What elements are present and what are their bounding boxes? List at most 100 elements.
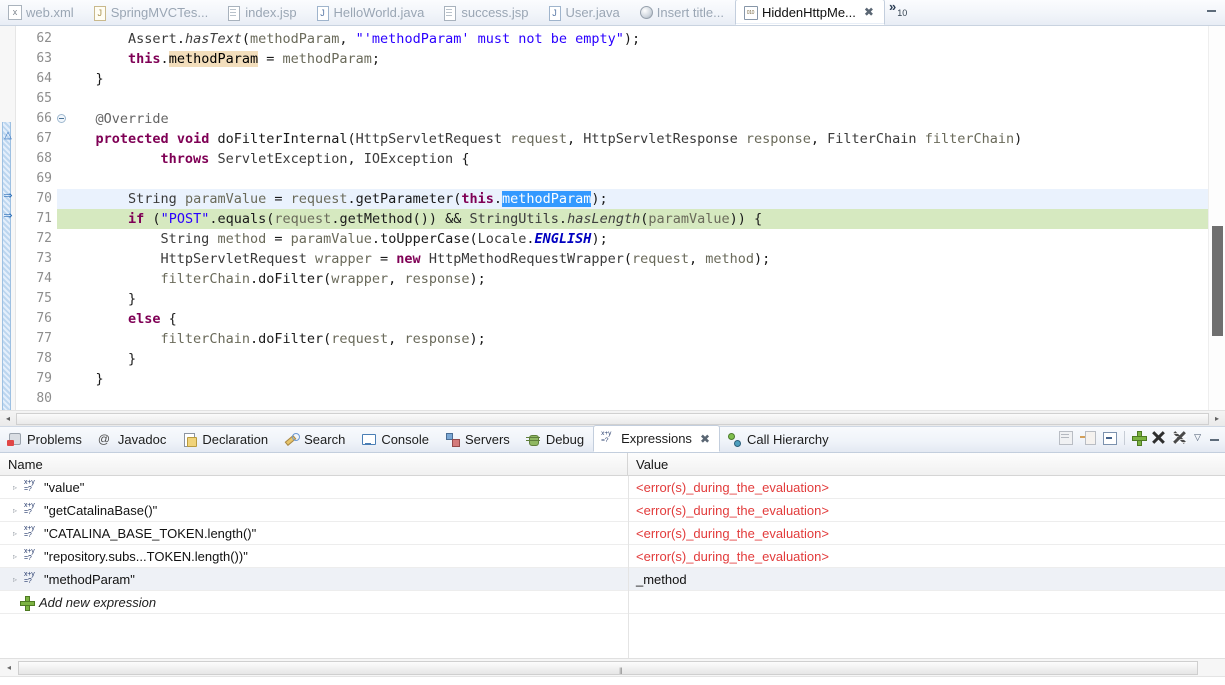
editor-tab-index-jsp[interactable]: index.jsp <box>219 0 307 25</box>
code-token: = <box>371 251 397 267</box>
expression-value-cell[interactable]: _method <box>628 568 1225 591</box>
scroll-left-arrow-icon[interactable]: ◂ <box>0 414 16 423</box>
code-line[interactable]: protected void doFilterInternal(HttpServ… <box>57 129 1208 149</box>
expression-value-cell[interactable]: <error(s)_during_the_evaluation> <box>628 545 1225 568</box>
expression-value-cell[interactable]: <error(s)_during_the_evaluation> <box>628 476 1225 499</box>
editor-tab-springmvctes---[interactable]: SpringMVCTes... <box>85 0 220 25</box>
view-menu-icon[interactable]: ▽ <box>1194 432 1201 443</box>
view-tab-call-hierarchy[interactable]: Call Hierarchy <box>720 426 838 452</box>
debug-current-instruction-icon[interactable]: ⇒ <box>1 189 15 203</box>
view-tab-declaration[interactable]: Declaration <box>175 426 277 452</box>
editor-tab-helloworld-java[interactable]: HelloWorld.java <box>308 0 436 25</box>
table-row[interactable]: ▹ "repository.subs...TOKEN.length())" <err… <box>0 545 1225 568</box>
show-type-names-icon[interactable] <box>1080 430 1097 445</box>
code-line[interactable]: Assert.hasText(methodParam, "'methodPara… <box>57 29 1208 49</box>
editor-vertical-scrollbar[interactable] <box>1208 26 1225 426</box>
code-line[interactable]: } <box>57 69 1208 89</box>
expand-twisty-icon[interactable]: ▹ <box>10 483 20 492</box>
column-header-name[interactable]: Name <box>0 452 628 476</box>
code-line[interactable]: @Override <box>57 109 1208 129</box>
editor-minimize-button[interactable] <box>1205 4 1219 14</box>
code-token: ( <box>241 31 250 47</box>
expand-twisty-icon[interactable]: ▹ <box>10 529 20 538</box>
editor-tab-user-java[interactable]: User.java <box>540 0 631 25</box>
view-tab-debug[interactable]: Debug <box>519 426 593 452</box>
code-line[interactable]: filterChain.doFilter(request, response); <box>57 329 1208 349</box>
column-header-value[interactable]: Value <box>628 453 1225 476</box>
code-token: toUpperCase <box>380 231 470 247</box>
code-editor[interactable]: △ ⇒ ⇒ 62 63 64 65 66 67 68 69 70 71 72 73 74 75 76 77 78 79… <box>0 26 1225 426</box>
editor-h-scroll-thumb[interactable] <box>16 412 1209 425</box>
scroll-right-arrow-icon[interactable]: ▸ <box>1209 414 1225 423</box>
view-tab-close-icon[interactable]: ✖ <box>700 432 710 446</box>
code-line[interactable]: String method = paramValue.toUpperCase(L… <box>57 229 1208 249</box>
table-row[interactable]: ▹ "value" <error(s)_during_the_evaluation> <box>0 476 1225 499</box>
view-tab-console[interactable]: Console <box>354 426 438 452</box>
editor-h-scroll-track[interactable] <box>16 412 1209 426</box>
view-tab-label: Problems <box>27 431 82 447</box>
expressions-horizontal-scrollbar[interactable]: ◂ ‖ <box>0 658 1225 676</box>
view-tab-label: Console <box>381 431 430 447</box>
expression-name-cell[interactable]: ▹ "repository.subs...TOKEN.length())" <box>0 545 628 568</box>
editor-tab-web-xml[interactable]: web.xml <box>0 0 85 25</box>
add-new-expression-row[interactable]: Add new expression <box>0 591 1225 614</box>
expression-name-cell[interactable]: ▹ "methodParam" <box>0 568 628 591</box>
expression-name-cell[interactable]: ▹ "value" <box>0 476 628 499</box>
expressions-scroll-left-arrow-icon[interactable]: ◂ <box>0 663 18 672</box>
view-tab-search[interactable]: Search <box>277 426 354 452</box>
code-line[interactable] <box>57 169 1208 189</box>
override-marker-icon[interactable]: △ <box>1 129 15 143</box>
view-tab-servers[interactable]: Servers <box>438 426 519 452</box>
table-row[interactable]: ▹ "CATALINA_BASE_TOKEN.length()" <error(s)… <box>0 522 1225 545</box>
code-token: { <box>453 151 470 167</box>
code-line[interactable]: this.methodParam = methodParam; <box>57 49 1208 69</box>
view-tab-javadoc[interactable]: Javadoc <box>91 426 175 452</box>
expand-twisty-icon[interactable]: ▹ <box>10 575 20 584</box>
minimize-view-icon[interactable] <box>1208 432 1221 443</box>
source-code-area[interactable]: Assert.hasText(methodParam, "'methodPara… <box>57 26 1208 426</box>
expand-twisty-icon[interactable]: ▹ <box>10 552 20 561</box>
editor-tab-insert-title---[interactable]: Insert title... <box>631 0 735 25</box>
view-tab-problems[interactable]: Problems <box>0 426 91 452</box>
expressions-table[interactable]: Name Value ▹ "value" <error(s)_during_the_… <box>0 452 1225 658</box>
code-line[interactable]: } <box>57 349 1208 369</box>
table-row[interactable]: ▹ "methodParam" _method <box>0 568 1225 591</box>
editor-marker-gutter[interactable]: △ ⇒ ⇒ <box>0 26 16 426</box>
code-token: ; <box>371 51 381 67</box>
expression-name-cell[interactable]: ▹ "CATALINA_BASE_TOKEN.length()" <box>0 522 628 545</box>
code-line[interactable]: } <box>57 369 1208 389</box>
code-line[interactable] <box>57 89 1208 109</box>
editor-horizontal-scrollbar[interactable]: ◂ ▸ <box>0 410 1225 426</box>
expression-value-cell[interactable]: <error(s)_during_the_evaluation> <box>628 499 1225 522</box>
expand-twisty-icon[interactable]: ▹ <box>10 506 20 515</box>
code-line[interactable]: String paramValue = request.getParameter… <box>57 189 1208 209</box>
expressions-scroll-thumb[interactable]: ‖ <box>18 660 1198 676</box>
add-new-expression-icon[interactable] <box>1132 431 1148 446</box>
expression-value-cell[interactable]: <error(s)_during_the_evaluation> <box>628 522 1225 545</box>
expression-name-cell[interactable]: ▹ "getCatalinaBase()" <box>0 499 628 522</box>
editor-tab-close-icon[interactable]: ✖ <box>864 5 874 19</box>
code-line[interactable]: throws ServletException, IOException { <box>57 149 1208 169</box>
code-line[interactable]: } <box>57 289 1208 309</box>
code-line[interactable]: if ("POST".equals(request.getMethod()) &… <box>57 209 1208 229</box>
debug-current-instruction-icon[interactable]: ⇒ <box>1 209 15 223</box>
column-divider[interactable] <box>628 476 629 658</box>
view-tab-expressions[interactable]: Expressions ✖ <box>593 425 720 452</box>
editor-tab-hiddenhttpme---[interactable]: HiddenHttpMe... ✖ <box>734 0 885 25</box>
code-line[interactable]: HttpServletRequest wrapper = new HttpMet… <box>57 249 1208 269</box>
remove-all-expressions-icon[interactable] <box>1172 430 1188 445</box>
tab-overflow-indicator[interactable]: » 10 <box>885 0 913 25</box>
editor-tab-success-jsp[interactable]: success.jsp <box>435 0 539 25</box>
line-number: 80 <box>36 391 52 406</box>
expressions-scroll-track[interactable]: ‖ <box>18 660 1223 676</box>
table-row[interactable]: ▹ "getCatalinaBase()" <error(s)_during_the… <box>0 499 1225 522</box>
editor-vertical-scroll-thumb[interactable] <box>1212 226 1223 336</box>
code-line[interactable]: else { <box>57 309 1208 329</box>
collapse-all-icon[interactable] <box>1102 430 1118 445</box>
remove-selected-expressions-icon[interactable] <box>1152 431 1165 444</box>
code-line[interactable]: filterChain.doFilter(wrapper, response); <box>57 269 1208 289</box>
code-line[interactable] <box>57 389 1208 409</box>
show-logical-structure-icon[interactable] <box>1058 430 1074 445</box>
editor-tab-label: index.jsp <box>245 5 297 20</box>
